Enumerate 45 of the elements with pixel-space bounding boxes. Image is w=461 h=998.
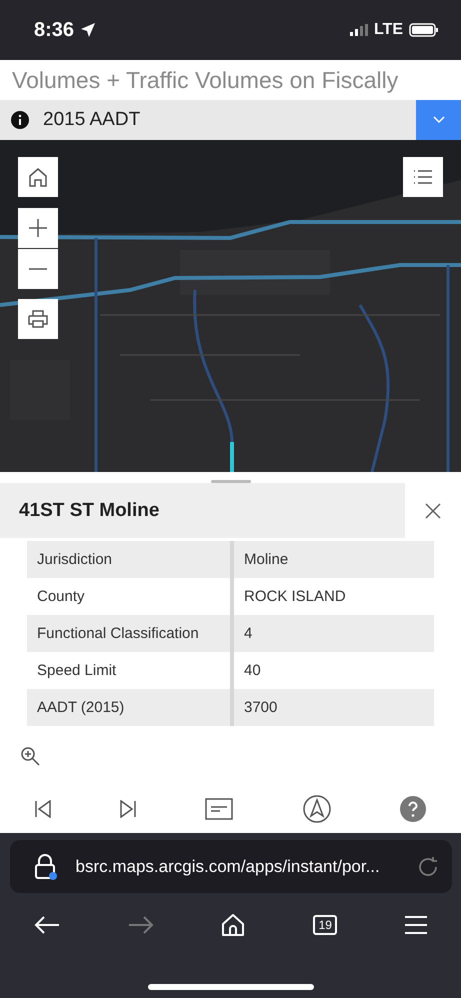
battery-icon xyxy=(409,23,439,37)
field-name: Jurisdiction xyxy=(36,550,114,570)
popup-title: 41ST ST Moline xyxy=(0,483,405,538)
drag-handle[interactable] xyxy=(211,480,251,483)
home-icon[interactable] xyxy=(221,913,246,937)
forward-icon[interactable] xyxy=(128,915,154,935)
field-name: AADT (2015) xyxy=(36,698,126,718)
help-icon[interactable] xyxy=(400,796,426,822)
signal-icon xyxy=(350,24,368,36)
zoom-in-button[interactable] xyxy=(18,208,58,248)
network-label: LTE xyxy=(374,21,403,39)
field-value: 40 xyxy=(243,661,262,681)
details-icon[interactable] xyxy=(205,798,234,820)
app-title: Volumes + Traffic Volumes on Fiscally xyxy=(12,66,398,94)
layer-list-button[interactable] xyxy=(403,157,443,197)
menu-icon[interactable] xyxy=(405,916,428,934)
home-button[interactable] xyxy=(18,157,58,197)
chevron-down-icon xyxy=(432,116,444,124)
printer-icon xyxy=(27,309,49,329)
plus-icon xyxy=(28,218,48,238)
minus-icon xyxy=(28,268,48,270)
layer-name: 2015 AADT xyxy=(43,109,142,131)
first-icon[interactable] xyxy=(34,800,51,818)
field-name: Functional Classification xyxy=(36,624,200,644)
url-text: bsrc.maps.arcgis.com/apps/instant/por... xyxy=(76,856,381,876)
field-value: 4 xyxy=(243,624,254,644)
back-icon[interactable] xyxy=(34,915,60,935)
field-value: Moline xyxy=(243,550,290,570)
clock-time: 8:36 xyxy=(34,18,74,42)
home-icon xyxy=(27,166,49,188)
field-name: Speed Limit xyxy=(36,661,118,681)
field-value: 3700 xyxy=(243,698,278,718)
close-icon[interactable] xyxy=(423,500,443,520)
last-icon[interactable] xyxy=(120,800,136,818)
field-name: County xyxy=(36,587,86,607)
lock-icon xyxy=(34,852,58,880)
location-arrow-icon xyxy=(80,22,96,38)
field-value: ROCK ISLAND xyxy=(243,587,347,607)
zoom-to-icon[interactable] xyxy=(20,746,40,766)
list-icon xyxy=(413,170,433,184)
address-bar[interactable]: bsrc.maps.arcgis.com/apps/instant/por... xyxy=(10,840,452,893)
tabs-button[interactable]: 19 xyxy=(313,915,338,935)
info-icon[interactable] xyxy=(11,111,29,129)
print-button[interactable] xyxy=(18,299,58,339)
navigation-icon[interactable] xyxy=(302,795,331,823)
